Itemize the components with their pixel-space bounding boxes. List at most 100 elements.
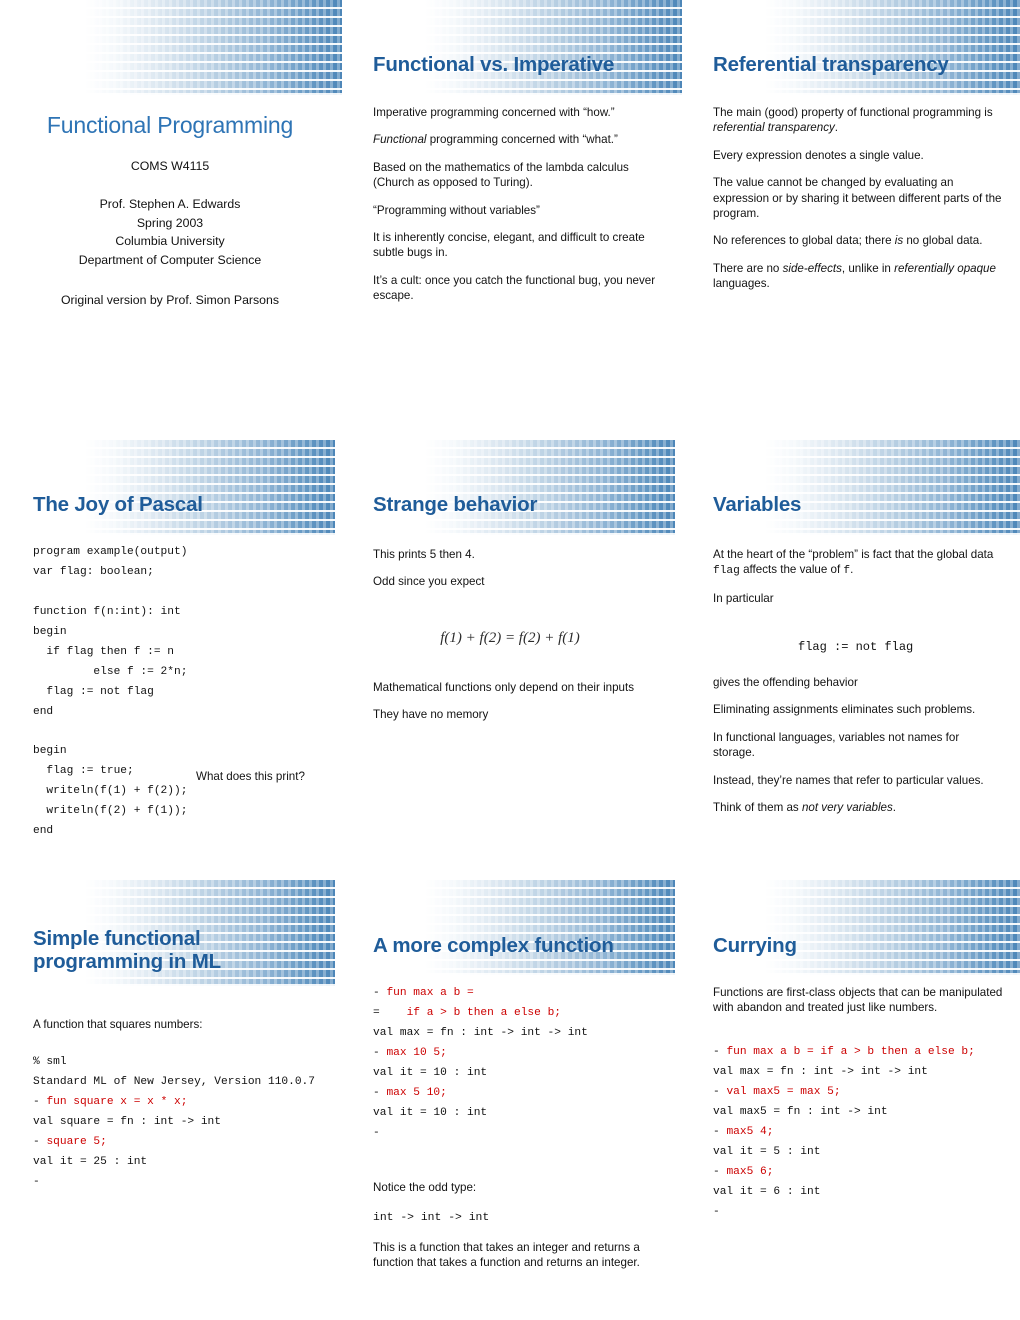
emphasis: Functional <box>373 133 427 147</box>
code-line: - max5 6; <box>713 1166 773 1178</box>
code-segment-output: - <box>373 1126 380 1139</box>
code-segment-input: if a > b then a else b; <box>386 1006 561 1019</box>
emphasis: referentially opaque <box>894 261 996 275</box>
slide-cover: Functional Programming COMS W4115 Prof. … <box>0 0 342 440</box>
paragraph-rest: programming concerned with “what.” <box>426 133 618 147</box>
paragraph: No references to global data; there is n… <box>713 233 1003 248</box>
term: Spring 2003 <box>136 215 204 230</box>
slide-body-continued: Mathematical functions only depend on th… <box>373 680 663 735</box>
paragraph-tail: . <box>892 801 897 815</box>
code-segment-output: val it = 6 : int <box>713 1185 821 1198</box>
paragraph-tail: no global data. <box>903 234 983 248</box>
paragraph-tail: . <box>834 121 839 135</box>
sml-session-code-block: - fun max a b = if a > b then a else b; … <box>713 1043 1018 1222</box>
paragraph: Odd since you expect <box>373 575 485 589</box>
slide-simple-fp-in-ml: Simple functional programming in ML A fu… <box>0 880 340 1320</box>
paragraph: Based on the mathematics of the lambda c… <box>373 160 629 190</box>
slide-referential-transparency: Referential transparency The main (good)… <box>680 0 1020 440</box>
paragraph: gives the offending behavior <box>713 676 858 689</box>
page-title: A more complex function <box>373 934 614 957</box>
code-line: val it = 10 : int <box>373 1067 487 1079</box>
slide-intro: A function that squares numbers: <box>33 1017 323 1044</box>
emphasis: is <box>894 234 904 248</box>
code-line: - val max5 = max 5; <box>713 1086 841 1098</box>
slide-currying: Currying Functions are first-class objec… <box>680 880 1020 1320</box>
slide-banner-decoration <box>765 880 1020 975</box>
paragraph-mid: , unlike in <box>841 261 895 275</box>
code-line: - max 10 5; <box>373 1047 447 1059</box>
code-segment-output: - <box>373 1086 387 1099</box>
code-segment-input: max 10 5; <box>386 1046 447 1059</box>
sml-session-code-block: % sml Standard ML of New Jersey, Version… <box>33 1053 333 1193</box>
cover-metadata: COMS W4115 Prof. Stephen A. Edwards Spri… <box>0 157 340 310</box>
paragraph: It is inherently concise, elegant, and d… <box>373 231 645 260</box>
paragraph-lead: At the heart of the “problem” is fact th… <box>713 548 994 561</box>
code-segment-input: fun max a b = <box>386 987 474 999</box>
paragraph: Functions are first-class objects that c… <box>713 986 1003 1015</box>
emphasis: not very variables <box>801 801 893 815</box>
type-signature-line: int -> int -> int <box>373 1212 490 1224</box>
paragraph: There are no side-effects, unlike in ref… <box>713 261 1003 292</box>
code-segment-output: val max5 = fn : int -> int <box>713 1105 888 1118</box>
paragraph: Instead, they’re names that refer to par… <box>713 773 984 787</box>
code-line: % sml <box>33 1056 67 1068</box>
emphasis: side-effects <box>782 261 842 275</box>
paragraph: Imperative programming concerned with “h… <box>373 106 615 119</box>
code-line: - fun max a b = <box>373 987 474 999</box>
code-line: - fun max a b = if a > b then a else b; <box>713 1046 975 1058</box>
paragraph: The value cannot be changed by evaluatin… <box>713 176 1002 221</box>
paragraph: At the heart of the “problem” is fact th… <box>713 547 1003 579</box>
paragraph-lead: There are no <box>713 261 783 275</box>
paragraph-lead: The main (good) property of functional p… <box>713 106 993 119</box>
code-line: - <box>713 1206 720 1218</box>
slide-banner-decoration <box>765 440 1020 535</box>
original-author-credit: Original version by Prof. Simon Parsons <box>60 293 280 308</box>
code-segment-output: - <box>33 1135 47 1148</box>
code-segment-output: - <box>33 1175 40 1188</box>
paragraph-mid: affects the value of <box>739 563 844 577</box>
slide-banner-decoration <box>425 0 682 95</box>
paragraph: The main (good) property of functional p… <box>713 105 1003 136</box>
slide-body: At the heart of the “problem” is fact th… <box>713 547 1003 619</box>
code-segment-input: val max5 = max 5; <box>726 1085 841 1098</box>
slide-banner-decoration <box>85 440 335 535</box>
code-segment-output: Standard ML of New Jersey, Version 110.0… <box>33 1075 315 1088</box>
slide-banner-decoration <box>425 440 675 535</box>
code-line: - square 5; <box>33 1136 107 1148</box>
paragraph: This prints 5 then 4. <box>373 548 475 561</box>
slide-note-two: This is a function that takes an integer… <box>373 1240 663 1283</box>
slide-banner-decoration <box>765 0 1020 95</box>
sml-session-code-block: - fun max a b = = if a > b then a else b… <box>373 984 673 1144</box>
slide-note-one: Notice the odd type: <box>373 1180 663 1207</box>
slide-body-continued: gives the offending behavior Eliminating… <box>713 675 1003 827</box>
code-segment-output: % sml <box>33 1056 67 1068</box>
paragraph: They have no memory <box>373 708 489 722</box>
page-title: The Joy of Pascal <box>33 493 203 516</box>
slide-body: This prints 5 then 4. Odd since you expe… <box>373 547 663 602</box>
code-segment-output: - <box>713 1205 720 1218</box>
code-segment-output: = <box>373 1006 387 1019</box>
code-segment-output: - <box>373 1046 387 1059</box>
paragraph: A function that squares numbers: <box>33 1018 203 1031</box>
paragraph-tail: languages. <box>713 277 770 291</box>
code-segment-output: val max = fn : int -> int -> int <box>713 1065 928 1078</box>
paragraph: Notice the odd type: <box>373 1181 477 1194</box>
code-line: val it = 10 : int <box>373 1107 487 1119</box>
code-line: val max = fn : int -> int -> int <box>713 1066 928 1078</box>
slide-strange-behavior: Strange behavior This prints 5 then 4. O… <box>340 440 680 880</box>
code-question-callout: What does this print? <box>196 770 305 783</box>
code-line: val it = 6 : int <box>713 1186 820 1198</box>
slide-body: The main (good) property of functional p… <box>713 105 1003 304</box>
page-title: Functional Programming <box>46 112 294 138</box>
paragraph-lead: Think of them as <box>713 801 802 815</box>
code-line: - max 5 10; <box>373 1087 447 1099</box>
code-segment-output: - <box>713 1165 727 1178</box>
page-title: Currying <box>713 934 797 957</box>
paragraph: This is a function that takes an integer… <box>373 1241 640 1270</box>
code-segment-output: val it = 10 : int <box>373 1106 488 1119</box>
code-segment-input: square 5; <box>46 1135 107 1148</box>
page-title: Referential transparency <box>713 53 949 76</box>
code-line: val max = fn : int -> int -> int <box>373 1027 588 1039</box>
university: Columbia University <box>115 234 225 249</box>
paragraph-lead: No references to global data; there <box>713 234 895 248</box>
